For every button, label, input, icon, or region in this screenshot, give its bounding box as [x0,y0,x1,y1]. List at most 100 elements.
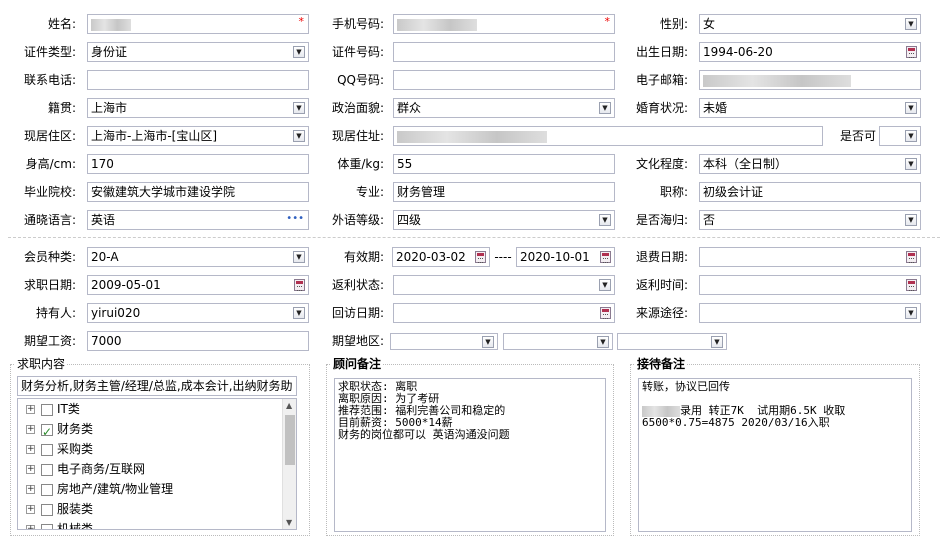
source-select[interactable]: ▼ [699,303,921,323]
language-field[interactable]: 英语 ••• [87,210,309,230]
scrollbar-thumb[interactable] [285,415,295,465]
calendar-icon[interactable] [600,307,611,319]
gender-select[interactable]: 女 ▼ [699,14,921,34]
tree-item-label: 房地产/建筑/物业管理 [57,482,174,496]
expand-icon[interactable]: + [26,405,35,414]
birth-date-field[interactable]: 1994-06-20 [699,42,921,62]
chevron-down-icon[interactable]: ▼ [293,307,305,319]
yesno-select[interactable]: ▼ [879,126,921,146]
area-province-select[interactable]: ▼ [390,333,498,350]
consultant-notes-textarea[interactable]: 求职状态: 离职 离职原因: 为了考研 推荐范围: 福利完善公司和稳定的 目前薪… [334,378,606,532]
phone-field[interactable]: * [393,14,615,34]
salary-field[interactable]: 7000 [87,331,309,351]
tree-scrollbar[interactable]: ▲ ▼ [282,399,296,529]
more-icon[interactable]: ••• [286,211,304,228]
checkbox[interactable] [41,483,53,496]
visit-date-field[interactable] [393,303,615,323]
tree-item[interactable]: + 采购类 [26,439,93,459]
chevron-down-icon[interactable]: ▼ [293,46,305,58]
expand-icon[interactable]: + [26,465,35,474]
chevron-down-icon[interactable]: ▼ [905,214,917,226]
job-content-summary[interactable]: 财务分析,财务主管/经理/总监,成本会计,出纳财务助 [17,376,297,396]
tree-item[interactable]: + 服装类 [26,499,93,519]
address-field[interactable] [393,126,823,146]
id-type-label: 证件类型: [23,45,76,59]
return-status-select[interactable]: ▼ [393,275,615,295]
marital-select[interactable]: 未婚 ▼ [699,98,921,118]
qq-field[interactable] [393,70,615,90]
valid-from-field[interactable]: 2020-03-02 [392,247,490,267]
tree-item-label: 机械类 [57,522,94,530]
calendar-icon[interactable] [294,279,305,291]
expand-icon[interactable]: + [26,505,35,514]
area-city-select[interactable]: ▼ [503,333,613,350]
tree-item[interactable]: + 机械类 [26,519,94,530]
required-mark: * [298,15,305,28]
scroll-down-icon[interactable]: ▼ [286,518,292,527]
job-title-field[interactable]: 初级会计证 [699,182,921,202]
tree-item[interactable]: + 财务类 [26,419,93,442]
refund-date-label: 退费日期: [635,250,688,264]
checkbox-checked[interactable] [41,422,53,442]
email-field[interactable] [699,70,921,90]
expand-icon[interactable]: + [26,485,35,494]
valid-to-field[interactable]: 2020-10-01 [516,247,615,267]
job-date-field[interactable]: 2009-05-01 [87,275,309,295]
chevron-down-icon[interactable]: ▼ [905,18,917,30]
chevron-down-icon[interactable]: ▼ [599,279,611,291]
chevron-down-icon[interactable]: ▼ [905,130,917,142]
calendar-icon[interactable] [600,251,611,263]
residence-area-select[interactable]: 上海市-上海市-[宝山区] ▼ [87,126,309,146]
chevron-down-icon[interactable]: ▼ [599,214,611,226]
overseas-select[interactable]: 否 ▼ [699,210,921,230]
id-number-field[interactable] [393,42,615,62]
job-category-tree[interactable]: + IT类 + 财务类 + 采购类 + 电子商务/互联网 + 房地产/建筑/物业管理 + 服… [17,398,297,530]
political-select[interactable]: 群众 ▼ [393,98,615,118]
chevron-down-icon[interactable]: ▼ [597,336,609,348]
expand-icon[interactable]: + [26,525,35,529]
member-type-select[interactable]: 20-A ▼ [87,247,309,267]
scroll-up-icon[interactable]: ▲ [286,401,292,410]
chevron-down-icon[interactable]: ▼ [905,158,917,170]
weight-field[interactable]: 55 [393,154,615,174]
name-field[interactable]: * [87,14,309,34]
language-level-select[interactable]: 四级 ▼ [393,210,615,230]
native-place-select[interactable]: 上海市 ▼ [87,98,309,118]
job-content-title: 求职内容 [15,357,68,371]
calendar-icon[interactable] [906,46,917,58]
id-type-select[interactable]: 身份证 ▼ [87,42,309,62]
checkbox[interactable] [41,523,53,529]
calendar-icon[interactable] [906,251,917,263]
calendar-icon[interactable] [475,251,486,263]
reception-notes-textarea[interactable]: 转账，协议已回传 录用 转正7K 试用期6.5K 收取 6500*0.75=48… [638,378,912,532]
major-field[interactable]: 财务管理 [393,182,615,202]
checkbox[interactable] [41,503,53,516]
holder-select[interactable]: yirui020 ▼ [87,303,309,323]
chevron-down-icon[interactable]: ▼ [905,102,917,114]
chevron-down-icon[interactable]: ▼ [482,336,494,348]
job-date-value: 2009-05-01 [91,278,161,292]
chevron-down-icon[interactable]: ▼ [711,336,723,348]
tree-item[interactable]: + 房地产/建筑/物业管理 [26,479,173,499]
tree-item[interactable]: + 电子商务/互联网 [26,459,145,479]
calendar-icon[interactable] [906,279,917,291]
chevron-down-icon[interactable]: ▼ [293,130,305,142]
checkbox[interactable] [41,443,53,456]
tree-item[interactable]: + IT类 [26,399,80,419]
weight-label: 体重/kg: [337,157,384,171]
checkbox[interactable] [41,403,53,416]
chevron-down-icon[interactable]: ▼ [599,102,611,114]
area-district-select[interactable]: ▼ [617,333,727,350]
expand-icon[interactable]: + [26,445,35,454]
chevron-down-icon[interactable]: ▼ [905,307,917,319]
contact-phone-field[interactable] [87,70,309,90]
chevron-down-icon[interactable]: ▼ [293,251,305,263]
refund-date-field[interactable] [699,247,921,267]
school-field[interactable]: 安徽建筑大学城市建设学院 [87,182,309,202]
height-field[interactable]: 170 [87,154,309,174]
return-time-field[interactable] [699,275,921,295]
chevron-down-icon[interactable]: ▼ [293,102,305,114]
checkbox[interactable] [41,463,53,476]
expand-icon[interactable]: + [26,425,35,434]
education-select[interactable]: 本科（全日制） ▼ [699,154,921,174]
